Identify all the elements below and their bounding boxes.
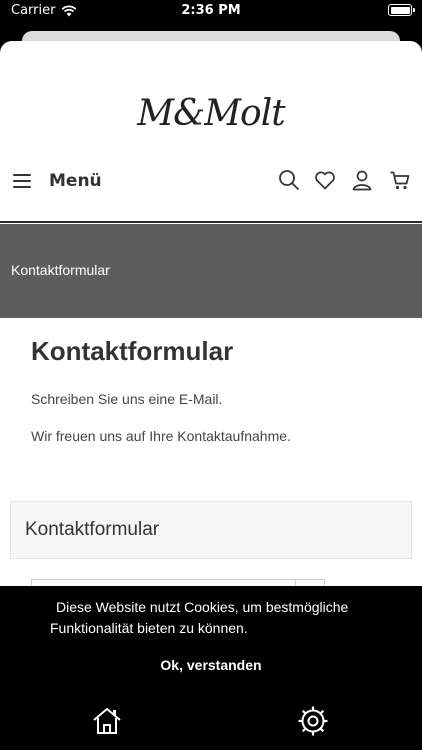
page-banner: Kontaktformular [0,224,422,318]
status-time: 2:36 PM [181,3,241,18]
search-icon[interactable] [277,168,301,192]
contact-text: Wir freuen uns auf Ihre Kontaktaufnahme. [31,428,291,444]
home-icon[interactable] [91,705,123,737]
breadcrumb: Kontaktformular [11,262,110,278]
intro-text: Schreiben Sie uns eine E-Mail. [31,391,223,407]
battery-icon [388,4,415,16]
status-bar: Carrier 2:36 PM [0,0,422,22]
nav-divider [0,221,422,223]
user-icon[interactable] [350,168,374,192]
cookie-banner: Diese Website nutzt Cookies, um bestmögl… [0,586,422,750]
header-nav: Menü [0,161,422,203]
menu-label[interactable]: Menü [49,171,102,191]
accept-cookies-button[interactable]: Ok, verstanden [0,657,422,673]
page-sheet: M&Molt Menü Kontaktformular Kontaktformu… [0,41,422,750]
page-title: Kontaktformular [31,336,234,366]
contact-form-header: Kontaktformular [10,501,412,559]
brand-logo[interactable]: M&Molt [0,93,422,134]
settings-icon[interactable] [297,705,329,737]
cart-icon[interactable] [388,168,412,192]
form-title: Kontaktformular [25,519,160,540]
cookie-message: Diese Website nutzt Cookies, um bestmögl… [50,599,349,636]
heart-icon[interactable] [313,168,337,192]
menu-icon[interactable] [13,174,31,188]
